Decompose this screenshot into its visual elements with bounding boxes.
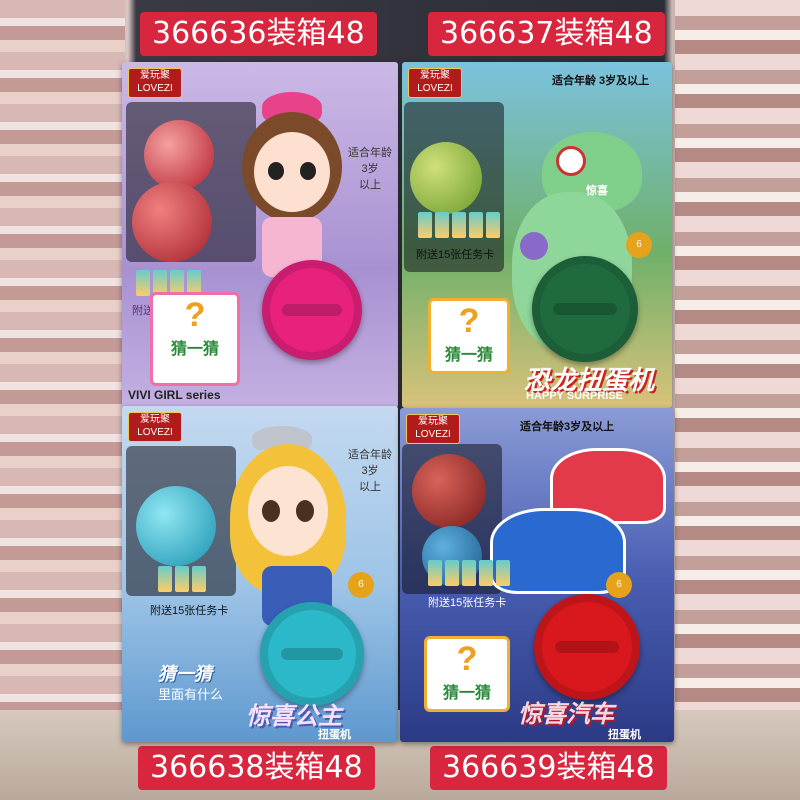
capsule-ball (144, 120, 214, 190)
guess-text: 猜一猜 (170, 341, 219, 358)
cards-caption: 附送15张任务卡 (428, 597, 507, 609)
surprise-tag: 惊喜 (586, 185, 608, 197)
mission-cards (158, 566, 206, 592)
background-shelf-right (675, 0, 800, 800)
price-label-366638: 366638装箱48 (138, 746, 375, 790)
capsule-ball (410, 142, 482, 214)
capsule-ball (136, 486, 216, 566)
count-badge: 6 (606, 572, 632, 598)
price-label-366636: 366636装箱48 (140, 12, 377, 56)
brand-logo: 爱玩聚 LOVEZI (406, 414, 460, 444)
gacha-turn-knob[interactable] (534, 594, 640, 700)
cards-caption: 附送15张任务卡 (416, 249, 495, 261)
series-name: VIVI GIRL series (128, 388, 221, 402)
brand-logo: 爱玩聚 LOVEZI (128, 68, 182, 98)
capsule-ball (412, 454, 486, 528)
doll-figure (232, 92, 352, 292)
gacha-turn-knob[interactable] (260, 602, 364, 706)
guess-panel: ? 猜一猜 (424, 636, 510, 712)
dino-toy-box: 爱玩聚 LOVEZI 适合年龄 3岁及以上 惊喜 附送15张任务卡 6 ? 猜一… (402, 62, 672, 408)
age-recommendation: 适合年龄3岁及以上 (520, 421, 615, 433)
guess-subtext: 里面有什么 (158, 687, 224, 702)
age-recommendation: 适合年龄 3岁 以上 (348, 147, 392, 191)
background-shelf-left (0, 0, 125, 800)
princess-toy-box: 爱玩聚 LOVEZI 适合年龄 3岁 以上 附送15张任务卡 6 猜一猜 里面有… (122, 406, 398, 742)
price-label-366637: 366637装箱48 (428, 12, 665, 56)
brand-logo: 爱玩聚 LOVEZI (128, 412, 182, 442)
doll-toy-box: 爱玩聚 LOVEZI 适合年龄 3岁 以上 附送15张任务卡 6 ? 猜一猜 V… (122, 62, 398, 408)
guess-text: 猜一猜 (442, 685, 491, 702)
capsule-ball (132, 182, 212, 262)
age-recommendation: 适合年龄 3岁 以上 (348, 449, 392, 493)
count-badge: 6 (626, 232, 652, 258)
age-recommendation: 适合年龄 3岁及以上 (552, 75, 650, 87)
gacha-turn-knob[interactable] (532, 256, 638, 362)
brand-logo: 爱玩聚 LOVEZI (408, 68, 462, 98)
guess-text: 猜一猜 (444, 347, 493, 364)
guess-panel: ? 猜一猜 (150, 292, 240, 386)
car-toy-box: 爱玩聚 LOVEZI 适合年龄3岁及以上 附送15张任务卡 6 ? 猜一猜 惊喜… (400, 408, 674, 742)
mission-cards (428, 560, 510, 586)
product-subtitle: HAPPY SURPRISE (526, 390, 623, 402)
gacha-turn-knob[interactable] (262, 260, 362, 360)
product-subtitle: 扭蛋机 (318, 729, 351, 741)
cards-caption: 附送15张任务卡 (150, 605, 229, 617)
guess-panel: ? 猜一猜 (428, 298, 510, 374)
price-label-366639: 366639装箱48 (430, 746, 667, 790)
mission-cards (418, 212, 500, 238)
count-badge: 6 (348, 572, 374, 598)
product-subtitle: 扭蛋机 (608, 729, 641, 741)
guess-text: 猜一猜 (158, 664, 212, 684)
product-title: 惊喜汽车 (518, 701, 614, 728)
